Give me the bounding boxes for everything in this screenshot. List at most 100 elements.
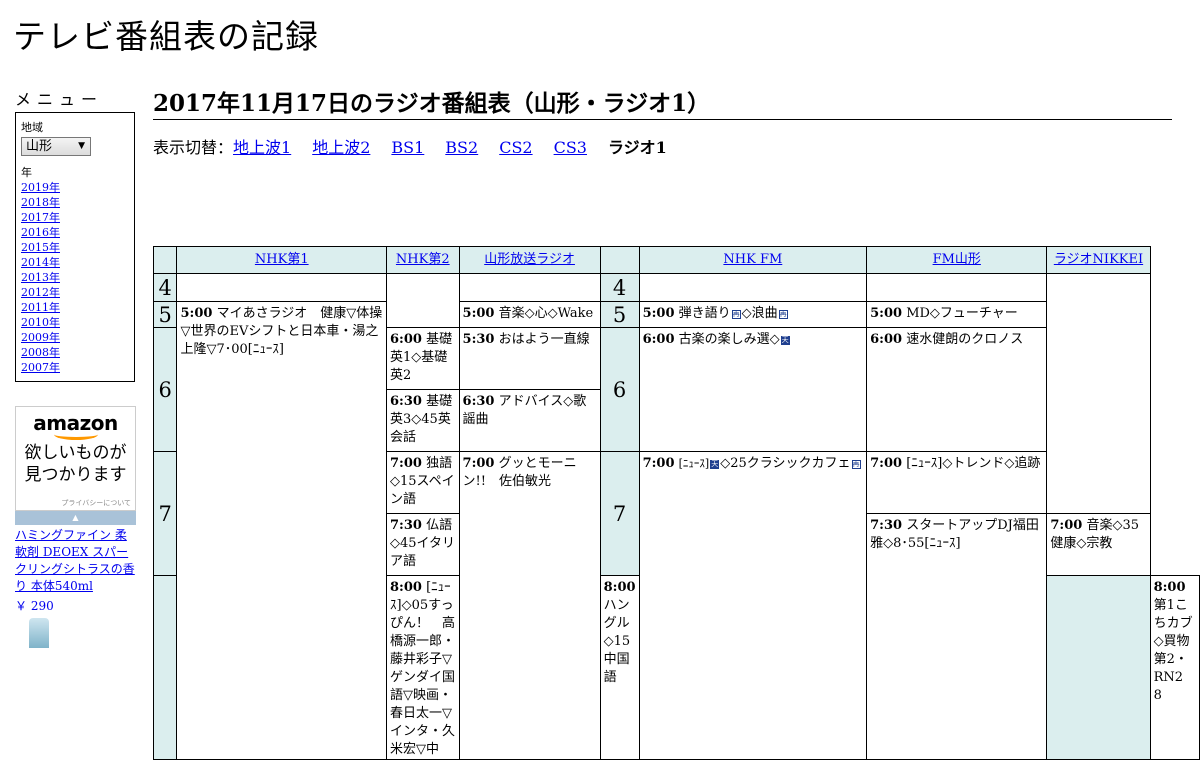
program-cell[interactable]: 6:00 古楽の楽しみ選◇ 天 [638,327,868,452]
program-time: 5:00 [180,306,213,321]
channel-header: 山形放送ラジオ [458,246,601,274]
program-cell[interactable]: 7:30 スタートアップDJ福田雅◇8･55[ﾆｭｰｽ] [866,513,1048,760]
switch-label: 表示切替： [153,138,234,157]
channel-header: NHK第2 [386,246,460,274]
program-cell[interactable]: 8:00 [ﾆｭｰｽ]◇05すっぴん！ 高橋源一郎・藤井彩子▽ゲンダイ国語▽映画… [386,575,460,760]
tab-bs2[interactable]: BS2 [445,138,478,157]
ad-banner[interactable]: amazon 欲しいものが 見つかります プライバシーについて [15,406,136,511]
program-cell[interactable]: 6:30 基礎英3◇45英会話 [386,389,460,452]
program-cell[interactable]: 7:30 仏語◇45イタリア語 [386,513,460,576]
program-title: 第1こちカブ◇買物第2・RN2 8 [1153,598,1197,703]
menu-label: メニュー [15,90,104,109]
tab-cs2[interactable]: CS2 [499,138,532,157]
tab-terrestrial2[interactable]: 地上波2 [312,138,370,157]
channel-link-nhkfm[interactable]: NHK FM [723,252,782,267]
program-title: ◇25クラシックカフェ [720,456,851,471]
program-time: 5:00 [870,306,903,321]
program-cell[interactable]: 7:00 [ﾆｭｰｽ]◇トレンド◇追跡 [866,451,1048,514]
program-cell[interactable]: 7:00 グッとモーニン!! 佐伯敏光 [458,451,601,760]
ad-product-link[interactable]: ハミングファイン 柔軟剤 DEOEX スパークリングシトラスの香り 本体540m… [15,527,136,595]
year-link-2013[interactable]: 2013年 [21,270,129,285]
product-image[interactable] [29,618,49,648]
ad-expand-bar[interactable]: ▲ [15,511,136,525]
year-link-2015[interactable]: 2015年 [21,240,129,255]
program-title: 古楽の楽しみ選◇ [678,332,780,347]
year-link-2008[interactable]: 2008年 [21,345,129,360]
hour-row-5: 5 5:00 マイあさラジオ 健康▽体操▽世界のEVシフトと日本車・湯之上隆▽7… [152,301,1200,760]
channel-header-row: NHK第1 NHK第2 山形放送ラジオ NHK FM FM山形 ラジオNIKKE… [152,246,1200,274]
hour-cell: 6 [152,327,178,452]
schedule-grid: NHK第1 NHK第2 山形放送ラジオ NHK FM FM山形 ラジオNIKKE… [152,246,1200,760]
program-cell[interactable]: 6:00 基礎英1◇基礎英2 [386,327,460,390]
hour-cell: 6 [599,327,640,452]
ad-block: amazon 欲しいものが 見つかります プライバシーについて ▲ ハミングファ… [15,406,136,648]
chevron-down-icon: ▼ [78,141,85,151]
program-cell[interactable]: 5:00 弾き語り再 ◇浪曲再 [638,301,868,328]
program-cell[interactable]: 6:00 速水健朗のクロノス [866,327,1048,452]
year-link-2016[interactable]: 2016年 [21,225,129,240]
program-time: 6:00 [870,332,903,347]
year-link-2014[interactable]: 2014年 [21,255,129,270]
tab-radio1-current: ラジオ1 [607,138,667,157]
hour-header [152,246,178,274]
menu-box: 地域 山形 ▼ 年 2019年 2018年 2017年 2016年 2015年 … [15,112,135,382]
hour-cell [152,575,178,760]
ad-privacy-link[interactable]: プライバシーについて [61,498,131,508]
year-link-2011[interactable]: 2011年 [21,300,129,315]
channel-header: NHK FM [638,246,868,274]
program-title: 速水健朗のクロノス [906,332,1024,347]
chevron-up-icon: ▲ [72,513,79,522]
program-cell[interactable]: 7:00 独語◇15スペイン語 [386,451,460,514]
hour-header [599,246,640,274]
weather-mark-icon: 天 [780,336,790,345]
region-select[interactable]: 山形 ▼ [21,137,91,156]
empty-cell [866,273,1048,302]
program-time: 5:30 [462,332,495,347]
rerun-mark-icon: 再 [731,310,741,319]
year-link-2007[interactable]: 2007年 [21,360,129,375]
program-cell[interactable]: 8:00 第1こちカブ◇買物第2・RN2 8 [1149,575,1200,760]
hour-cell: 7 [599,451,640,576]
weather-mark-icon: 天 [710,460,720,469]
channel-link-ybc[interactable]: 山形放送ラジオ [484,252,575,267]
amazon-logo: amazon [33,411,118,435]
program-time: 6:00 [390,332,422,347]
channel-link-nikkei[interactable]: ラジオNIKKEI [1054,252,1143,267]
rerun-mark-icon: 再 [778,310,788,319]
program-cell[interactable]: 5:30 おはよう一直線 [458,327,601,390]
program-title: 弾き語り [678,306,731,321]
channel-link-nhk1[interactable]: NHK第1 [255,252,309,267]
program-cell[interactable]: 5:00 音楽◇心◇Wake [458,301,601,328]
year-link-2019[interactable]: 2019年 [21,180,129,195]
program-cell[interactable]: 6:30 アドバイス◇歌謡曲 [458,389,601,452]
rerun-mark-icon: 再 [851,460,861,469]
ad-copy-line1: 欲しいものが [24,443,127,463]
tab-bs1[interactable]: BS1 [391,138,424,157]
program-cell[interactable]: 7:00 [ﾆｭｰｽ] 天 ◇25クラシックカフェ再 [638,451,868,760]
empty-cell [176,273,388,302]
program-title: [ﾆｭｰｽ]◇トレンド◇追跡 [906,456,1041,471]
program-time: 8:00 [603,580,636,595]
program-time: 6:30 [462,394,495,409]
channel-link-fmyamagata[interactable]: FM山形 [933,252,981,267]
program-time: 7:00 [642,456,675,471]
program-title: [ﾆｭｰｽ]◇05すっぴん！ 高橋源一郎・藤井彩子▽ゲンダイ国語▽映画・春日太一… [390,580,456,757]
channel-link-nhk2[interactable]: NHK第2 [396,252,450,267]
tab-cs3[interactable]: CS3 [554,138,587,157]
year-link-2012[interactable]: 2012年 [21,285,129,300]
empty-cell [386,273,460,328]
program-time: 6:30 [390,394,422,409]
year-link-2010[interactable]: 2010年 [21,315,129,330]
hour-cell: 5 [152,301,178,328]
program-title: [ﾆｭｰｽ] [678,457,710,470]
program-cell[interactable]: 7:00 音楽◇35健康◇宗教 [1046,513,1151,576]
program-cell[interactable]: 8:00 ハングル◇15中国語 [599,575,640,760]
program-cell[interactable]: 5:00 マイあさラジオ 健康▽体操▽世界のEVシフトと日本車・湯之上隆▽7･0… [176,301,388,760]
year-link-2018[interactable]: 2018年 [21,195,129,210]
year-link-2009[interactable]: 2009年 [21,330,129,345]
program-cell[interactable]: 5:00 MD◇フューチャー [866,301,1048,328]
empty-cell [1046,273,1151,514]
channel-header: NHK第1 [176,246,388,274]
tab-terrestrial1[interactable]: 地上波1 [233,138,291,157]
year-link-2017[interactable]: 2017年 [21,210,129,225]
